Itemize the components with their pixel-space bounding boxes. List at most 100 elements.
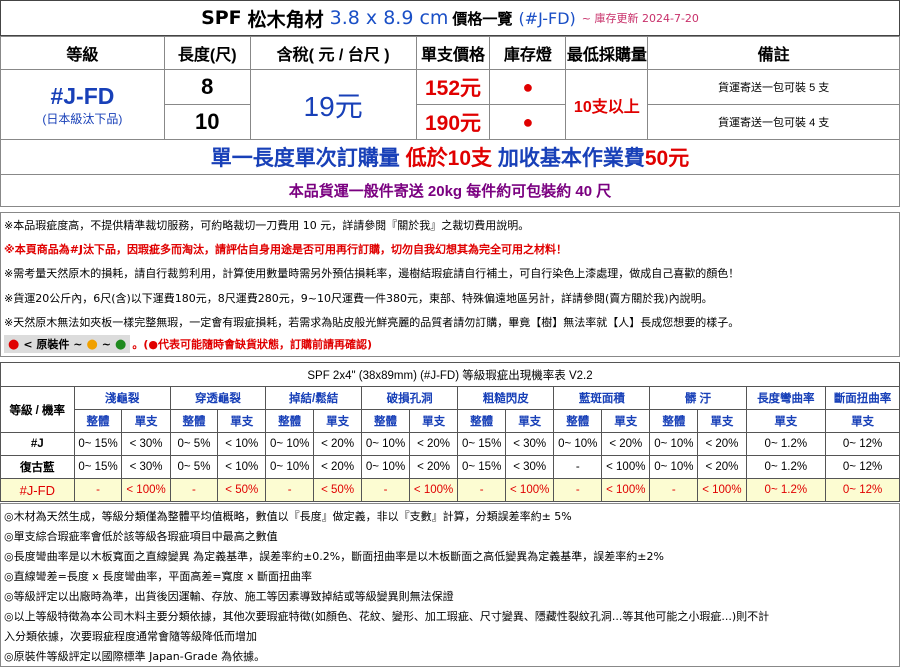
note-line: ※天然原木無法如夾板一樣完整無瑕，一定會有瑕疵損耗，若需求為貼皮般光鮮亮麗的品質… (4, 316, 740, 329)
fee-part-a: 單一長度單次訂購量 (210, 147, 406, 170)
header-grade: 等級 (0, 36, 165, 70)
min-qty: 10支以上 (565, 69, 649, 140)
defect-sub-whole: 整體 (265, 409, 315, 433)
defect-cell: 0~ 1.2% (745, 478, 827, 502)
defect-cell: < 100% (121, 478, 171, 502)
defect-cell: < 100% (601, 478, 651, 502)
defect-cell: < 30% (505, 455, 555, 479)
title-update: ~ 庫存更新 2024-7-20 (581, 12, 699, 25)
title-list: 價格一覽 (452, 9, 513, 28)
defect-sub-single: 單支 (217, 409, 267, 433)
defect-sub-whole: 整體 (649, 409, 699, 433)
defect-sub-single: 單支 (313, 409, 363, 433)
defect-cell: 0~ 1.2% (745, 432, 827, 456)
fee-part-b: 低於10支 (405, 147, 492, 170)
defect-cell: < 30% (121, 432, 171, 456)
bottom-note-line: ◎單支綜合瑕疵率會低於該等級各瑕疵項目中最高之數值 (4, 530, 278, 543)
defect-corner: 等級 / 機率 (0, 386, 75, 433)
header-remarks: 備註 (647, 36, 900, 70)
header-unit-price: 含稅( 元 / 台尺 ) (249, 36, 417, 70)
defect-cell: 0~ 12% (825, 455, 900, 479)
note-line: ※需考量天然原木的損耗，請自行裁剪利用，計算使用數量時需另外預估損耗率，邊樹結瑕… (4, 267, 740, 280)
defect-cell: 0~ 10% (649, 455, 699, 479)
defect-cell: - (265, 478, 315, 502)
note-line: ※貨運20公斤內，6尺(含)以下運費180元，8尺運費280元，9~10尺運費一… (4, 292, 713, 305)
defect-cell: 0~ 12% (825, 432, 900, 456)
defect-cell: 0~ 15% (457, 455, 507, 479)
defect-sub-single: 單支 (697, 409, 747, 433)
grade-cell: #J-FD (日本級汰下品) (0, 69, 165, 140)
bottom-note-line: ◎直線彎差=長度 x 長度彎曲率，平面高差=寬度 x 斷面扭曲率 (4, 570, 313, 583)
bottom-note-line: ◎長度彎曲率是以木板寬面之直線變異 為定義基準，誤差率約±0.2%，斷面扭曲率是… (4, 550, 664, 563)
defect-cell: < 100% (505, 478, 555, 502)
defect-group: 斷面扭曲率 (825, 386, 900, 410)
defect-group: 破損孔洞 (361, 386, 459, 410)
defect-cell: < 20% (697, 455, 747, 479)
table-row: 復古藍 0~ 15% < 30% 0~ 5% < 10% 0~ 10% < 20… (0, 455, 900, 479)
defect-cell: < 20% (313, 455, 363, 479)
defect-cell: 0~ 10% (361, 432, 410, 456)
defect-cell: < 30% (121, 455, 171, 479)
defect-cell: < 100% (697, 478, 747, 502)
notes-box: ※本品瑕疵度高，不提供精準裁切服務，可約略裁切一刀費用 10 元，詳請參閱『關於… (0, 212, 900, 357)
legend-line: ● < 原裝件 ~ ● ~ ● 。(●代表可能隨時會缺貨狀態，訂購前請再確認) (4, 335, 372, 353)
defect-group: 藍斑面積 (553, 386, 651, 410)
legend-warning: 。(●代表可能隨時會缺貨狀態，訂購前請再確認) (132, 338, 372, 351)
defect-cell: < 50% (313, 478, 363, 502)
defect-cell: 0~ 12% (825, 478, 900, 502)
defect-cell: 0~ 5% (169, 432, 219, 456)
bottom-note-line: ◎原裝件等級評定以國際標準 Japan-Grade 為依據。 (4, 650, 266, 663)
defect-sub-single: 單支 (825, 409, 900, 433)
defect-group: 淺龜裂 (73, 386, 171, 410)
defect-cell: < 20% (601, 432, 651, 456)
red-dot-icon: ● (8, 336, 20, 352)
defect-cell: 0~ 15% (457, 432, 507, 456)
defect-cell: - (457, 478, 507, 502)
note-line: ※本品瑕疵度高，不提供精準裁切服務，可約略裁切一刀費用 10 元，詳請參閱『關於… (4, 219, 530, 232)
header-length: 長度(尺) (163, 36, 251, 70)
length-value: 8 (163, 69, 251, 105)
defect-group: 髒 汙 (649, 386, 747, 410)
defect-group: 掉結/鬆結 (265, 386, 363, 410)
defect-cell: < 30% (505, 432, 555, 456)
defect-sub-whole: 整體 (73, 409, 123, 433)
title-name: 松木角材 (247, 8, 324, 31)
defect-group: 穿透龜裂 (169, 386, 267, 410)
defect-sub-whole: 整體 (361, 409, 410, 433)
orange-dot-icon: ● (86, 336, 98, 352)
single-price: 190元 (415, 104, 491, 140)
grade-subtitle: (日本級汰下品) (42, 111, 123, 126)
shipping-note: 貨運寄送一包可裝 4 支 (647, 104, 900, 140)
defect-cell: - (73, 478, 123, 502)
defect-sub-single: 單支 (601, 409, 651, 433)
defect-cell: < 100% (408, 478, 459, 502)
defect-cell: 0~ 10% (649, 432, 699, 456)
bottom-note-line: ◎以上等級特徵為本公司木料主要分類依據，其他次要瑕疵特徵(如顏色、花紋、變形、加… (4, 610, 770, 623)
defect-cell: 0~ 10% (265, 455, 315, 479)
defect-sub-whole: 整體 (553, 409, 603, 433)
legend-chip: ● < 原裝件 ~ ● ~ ● (4, 335, 131, 353)
defect-sub-whole: 整體 (457, 409, 507, 433)
table-row: #J 0~ 15% < 30% 0~ 5% < 10% 0~ 10% < 20%… (0, 432, 900, 456)
defect-sub-single: 單支 (745, 409, 827, 433)
table-row: #J-FD - < 100% - < 50% - < 50% - < 100% … (0, 478, 900, 502)
page-title: SPF 松木角材 3.8 x 8.9 cm 價格一覽 (#J-FD) ~ 庫存更… (0, 0, 900, 36)
defect-sub-single: 單支 (121, 409, 171, 433)
bottom-note-line: ◎等級評定以出廠時為準，出貨後因運輸、存放、施工等因素導致掉結或等級變異則無法保… (4, 590, 454, 603)
header-min-qty: 最低採購量 (565, 36, 649, 70)
defect-group: 粗糙閃皮 (457, 386, 555, 410)
defect-cell: < 20% (697, 432, 747, 456)
header-single-price: 單支價格 (415, 36, 491, 70)
shipping-banner: 本品貨運一般件寄送 20kg 每件約可包裝約 40 尺 (0, 174, 900, 207)
grade-code: #J-FD (50, 82, 115, 109)
defect-cell: < 50% (217, 478, 267, 502)
title-size: 3.8 x 8.9 cm (329, 7, 449, 29)
green-dot-icon: ● (115, 336, 127, 352)
legend-sep: ~ (101, 337, 111, 351)
defect-cell: < 10% (217, 455, 267, 479)
title-code: (#J-FD) (518, 8, 576, 28)
defect-cell: 0~ 10% (361, 455, 410, 479)
defect-cell: - (361, 478, 410, 502)
defect-cell: - (553, 455, 603, 479)
unit-price: 19元 (249, 69, 417, 140)
